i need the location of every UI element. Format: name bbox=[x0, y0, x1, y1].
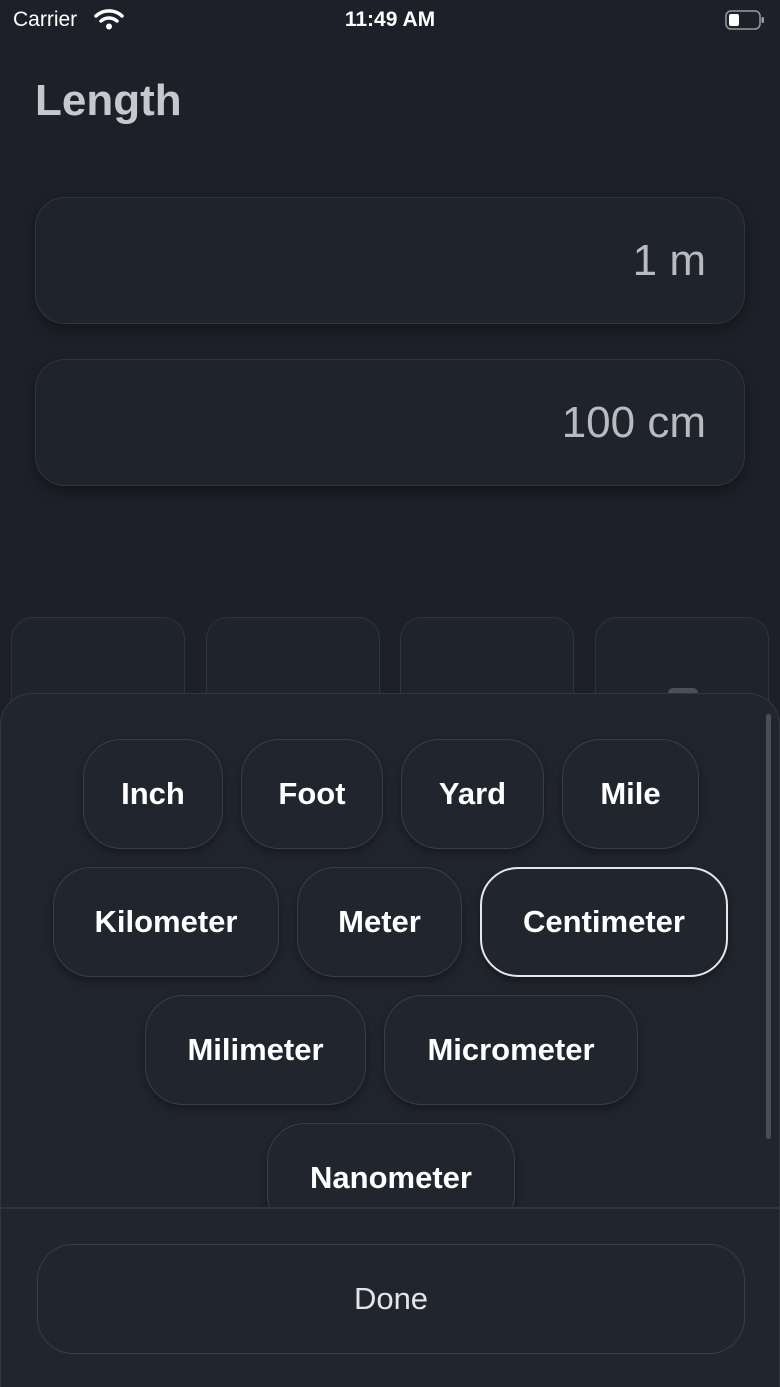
status-bar: Carrier 11:49 AM bbox=[0, 0, 780, 40]
unit-chip-mile[interactable]: Mile bbox=[562, 739, 699, 849]
unit-chip-milimeter[interactable]: Milimeter bbox=[145, 995, 366, 1105]
unit-chip-inch[interactable]: Inch bbox=[83, 739, 223, 849]
unit-picker-sheet: Inch Foot Yard Mile Kilometer Meter Cent… bbox=[0, 693, 780, 1387]
unit-chip-kilometer[interactable]: Kilometer bbox=[53, 867, 279, 977]
unit-chip-foot[interactable]: Foot bbox=[241, 739, 383, 849]
sheet-footer: Done bbox=[1, 1209, 779, 1387]
done-button[interactable]: Done bbox=[37, 1244, 745, 1354]
unit-chip-meter[interactable]: Meter bbox=[297, 867, 462, 977]
to-value: 100 cm bbox=[561, 397, 706, 447]
from-value-field[interactable]: 1 m bbox=[35, 197, 745, 324]
unit-chip-yard[interactable]: Yard bbox=[401, 739, 544, 849]
to-value-field[interactable]: 100 cm bbox=[35, 359, 745, 486]
scroll-indicator[interactable] bbox=[766, 714, 771, 1139]
converter-screen: Carrier 11:49 AM Length 1 m 100 cm Inch … bbox=[0, 0, 780, 1387]
unit-chip-centimeter[interactable]: Centimeter bbox=[480, 867, 728, 977]
status-time: 11:49 AM bbox=[344, 8, 436, 31]
from-value: 1 m bbox=[632, 235, 706, 285]
page-title: Length bbox=[35, 76, 182, 125]
unit-chip-micrometer[interactable]: Micrometer bbox=[384, 995, 638, 1105]
battery-icon bbox=[725, 10, 764, 30]
